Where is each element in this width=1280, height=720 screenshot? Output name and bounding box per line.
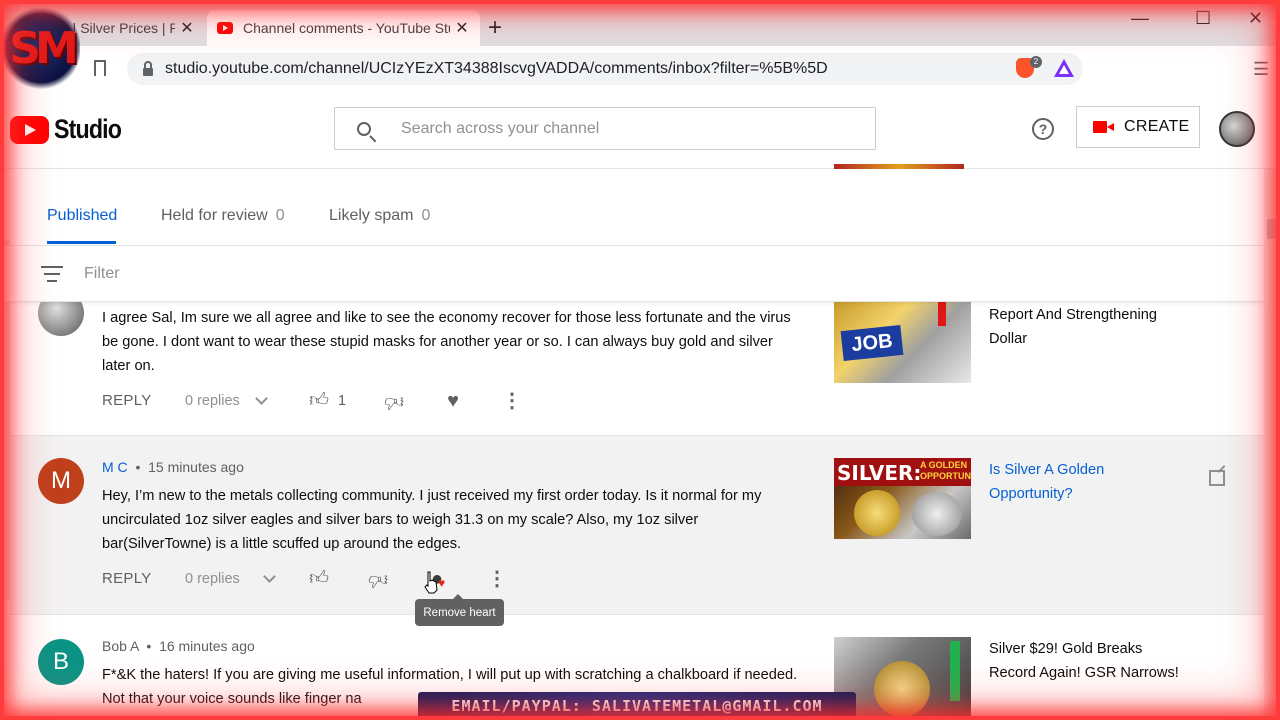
minimize-icon[interactable]: —	[1131, 8, 1149, 29]
like-count: 1	[338, 393, 347, 409]
page-scrollbar[interactable]	[1264, 169, 1280, 720]
video-title[interactable]: Silver $29! Gold Breaks Record Again! GS…	[989, 637, 1189, 685]
tab-label: Published	[47, 207, 118, 224]
comment-row: M M C • 15 minutes ago Hey, I’m new to t…	[10, 436, 1264, 615]
tab-likely-spam[interactable]: Likely spam 0	[329, 207, 430, 225]
more-options-icon[interactable]: ⋮	[501, 390, 523, 412]
lock-icon[interactable]	[143, 60, 153, 76]
thumbs-down-icon[interactable]: 👍︎	[383, 390, 405, 412]
comment-author[interactable]: Bob A	[102, 638, 139, 654]
shields-count-badge: 2	[1030, 56, 1042, 68]
email-paypal-banner: EMAIL/PAYPAL: SALIVATEMETAL@GMAIL.COM	[418, 692, 856, 720]
thumbnail-subtext: A GOLDEN OPPORTUNITY	[920, 460, 971, 481]
replies-count[interactable]: 0 replies	[185, 571, 240, 587]
channel-logo-text: SM	[9, 22, 79, 74]
search-placeholder: Search across your channel	[401, 119, 600, 137]
comment-row: I agree Sal, Im sure we all agree and li…	[10, 290, 1264, 436]
remove-heart-tooltip: Remove heart	[415, 594, 504, 626]
channel-search-input[interactable]: Search across your channel	[334, 107, 876, 150]
video-thumbnail[interactable]: JOB	[834, 302, 971, 383]
thumbs-up-icon[interactable]: 👍︎	[308, 390, 330, 412]
comment-actions: REPLY 0 replies 👍︎ 👍︎ ● ♥ ⋮	[102, 568, 602, 592]
youtube-play-icon	[10, 115, 49, 144]
thumbnail-job-label: JOB	[840, 324, 904, 362]
comment-meta: M C • 15 minutes ago	[102, 459, 244, 475]
address-bar[interactable]: studio.youtube.com/channel/UCIzYEzXT3438…	[127, 53, 1083, 85]
create-button[interactable]: CREATE	[1076, 106, 1200, 148]
comment-author[interactable]: M C	[102, 459, 128, 475]
video-title-link[interactable]: Is Silver A Golden Opportunity?	[989, 458, 1189, 506]
help-icon[interactable]: ?	[1032, 118, 1054, 140]
active-tab-indicator	[47, 241, 116, 244]
scrollbar-thumb[interactable]	[1267, 219, 1277, 239]
thumbnail-silver-label: SILVER:	[837, 461, 922, 485]
more-options-icon[interactable]: ⋮	[486, 568, 508, 590]
channel-logo-overlay: SM	[2, 6, 80, 90]
tab-count: 0	[421, 207, 431, 224]
studio-header: Studio Search across your channel ? CREA…	[0, 92, 1280, 169]
video-title[interactable]: Report And Strengthening Dollar	[989, 303, 1189, 351]
filter-icon[interactable]	[41, 266, 63, 282]
maximize-icon[interactable]: ☐	[1195, 8, 1211, 29]
replies-count[interactable]: 0 replies	[185, 393, 240, 409]
create-label: CREATE	[1124, 118, 1190, 135]
thumbs-down-icon[interactable]: 👍︎	[367, 568, 389, 590]
tab-count: 0	[275, 207, 285, 224]
studio-logo[interactable]: Studio	[10, 114, 132, 145]
new-tab-plus-icon[interactable]: +	[488, 14, 502, 42]
brave-rewards-icon[interactable]	[1054, 59, 1074, 77]
account-avatar[interactable]	[1219, 111, 1255, 147]
browser-tab-channel-comments[interactable]: Channel comments - YouTube Stu ✕	[207, 10, 480, 46]
reply-button[interactable]: REPLY	[102, 570, 152, 587]
youtube-favicon-icon	[217, 22, 233, 34]
close-icon[interactable]: ✕	[450, 18, 474, 38]
thumbs-up-icon[interactable]: 👍︎	[308, 568, 330, 590]
heart-icon[interactable]: ♥	[442, 390, 464, 412]
video-camera-icon	[1093, 121, 1114, 133]
comment-text: I agree Sal, Im sure we all agree and li…	[102, 310, 791, 374]
green-arrow-icon	[950, 641, 960, 701]
gold-coin-image	[854, 490, 900, 536]
comment-actions: REPLY 0 replies 👍︎ 1 👍︎ ♥ ⋮	[102, 390, 602, 414]
meta-separator: •	[131, 459, 149, 475]
chevron-down-icon[interactable]	[255, 392, 268, 405]
open-external-icon[interactable]	[1209, 470, 1225, 486]
video-thumbnail[interactable]: SILVER: A GOLDEN OPPORTUNITY	[834, 458, 971, 539]
hand-cursor-icon	[424, 571, 438, 594]
browser-toolbar: studio.youtube.com/channel/UCIzYEzXT3438…	[0, 46, 1280, 93]
red-arrow-icon	[938, 302, 946, 326]
url-text: studio.youtube.com/channel/UCIzYEzXT3438…	[165, 60, 828, 77]
silver-coin-image	[912, 492, 962, 536]
comment-time[interactable]: 15 minutes ago	[148, 459, 244, 475]
tab-label: Likely spam	[329, 207, 414, 224]
commenter-avatar[interactable]: B	[38, 639, 84, 685]
studio-logo-text: Studio	[54, 114, 122, 144]
filter-bar[interactable]: Filter	[0, 246, 1264, 302]
browser-menu-icon[interactable]: ☰	[1253, 60, 1269, 78]
tab-published[interactable]: Published	[47, 207, 117, 225]
bookmark-icon[interactable]	[94, 60, 106, 82]
chevron-down-icon[interactable]	[263, 570, 276, 583]
tab-label: Held for review	[161, 207, 268, 224]
search-icon	[357, 121, 371, 136]
comment-text: Hey, I’m new to the metals collecting co…	[102, 488, 762, 552]
tab-held-for-review[interactable]: Held for review 0	[161, 207, 285, 225]
comment-time[interactable]: 16 minutes ago	[159, 638, 255, 654]
filter-input[interactable]: Filter	[84, 265, 120, 283]
commenter-avatar[interactable]: M	[38, 458, 84, 504]
tab-title: Channel comments - YouTube Stu	[243, 20, 450, 36]
window-close-icon[interactable]: ✕	[1248, 8, 1263, 29]
browser-tab-bar: es | Silver Prices | Pl ✕ Channel commen…	[0, 0, 1280, 46]
gold-coin-image	[874, 661, 930, 717]
comment-meta: Bob A • 16 minutes ago	[102, 638, 255, 654]
reply-button[interactable]: REPLY	[102, 392, 152, 409]
meta-separator: •	[142, 638, 160, 654]
close-icon[interactable]: ✕	[175, 18, 199, 38]
comment-tabs: Published Held for review 0 Likely spam 0	[0, 169, 1264, 246]
